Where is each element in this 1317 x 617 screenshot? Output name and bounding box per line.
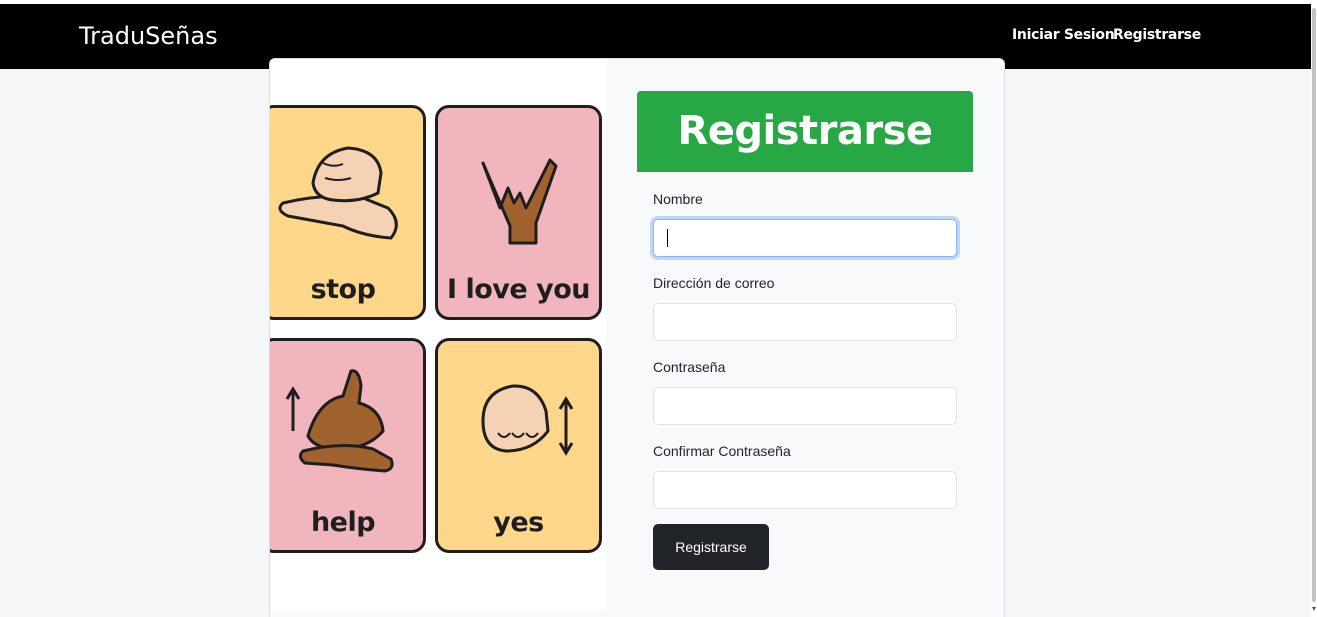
register-card: stop I love you help yes Registrarse Nom… xyxy=(269,58,1005,617)
brand-logo[interactable]: TraduSeñas xyxy=(79,22,218,50)
email-label: Dirección de correo xyxy=(653,275,775,291)
password-label: Contraseña xyxy=(653,359,726,375)
sign-card-help: help xyxy=(270,338,426,553)
sign-word-love: I love you xyxy=(447,274,590,305)
scrollbar-thumb[interactable] xyxy=(1312,8,1316,602)
name-label: Nombre xyxy=(653,191,703,207)
nav-register-link[interactable]: Registrarse xyxy=(1113,27,1201,43)
sign-word-stop: stop xyxy=(310,274,376,305)
text-caret xyxy=(667,229,668,247)
sign-word-yes: yes xyxy=(493,507,544,538)
name-input[interactable] xyxy=(653,219,957,257)
scrollbar[interactable]: ▾ xyxy=(1311,4,1317,617)
form-header: Registrarse xyxy=(637,91,973,172)
sign-word-help: help xyxy=(310,507,376,538)
sign-language-illustration: stop I love you help yes xyxy=(270,59,606,611)
confirm-password-input[interactable] xyxy=(653,471,957,509)
password-input[interactable] xyxy=(653,387,957,425)
register-submit-button[interactable]: Registrarse xyxy=(653,524,769,570)
sign-card-love: I love you xyxy=(435,105,602,320)
sign-card-yes: yes xyxy=(435,338,602,553)
form-title: Registrarse xyxy=(677,108,933,154)
email-input[interactable] xyxy=(653,303,957,341)
nav-login-link[interactable]: Iniciar Sesion xyxy=(1012,27,1115,43)
sign-card-stop: stop xyxy=(270,105,426,320)
confirm-password-label: Confirmar Contraseña xyxy=(653,443,791,459)
scroll-down-arrow-icon[interactable]: ▾ xyxy=(1312,605,1316,613)
